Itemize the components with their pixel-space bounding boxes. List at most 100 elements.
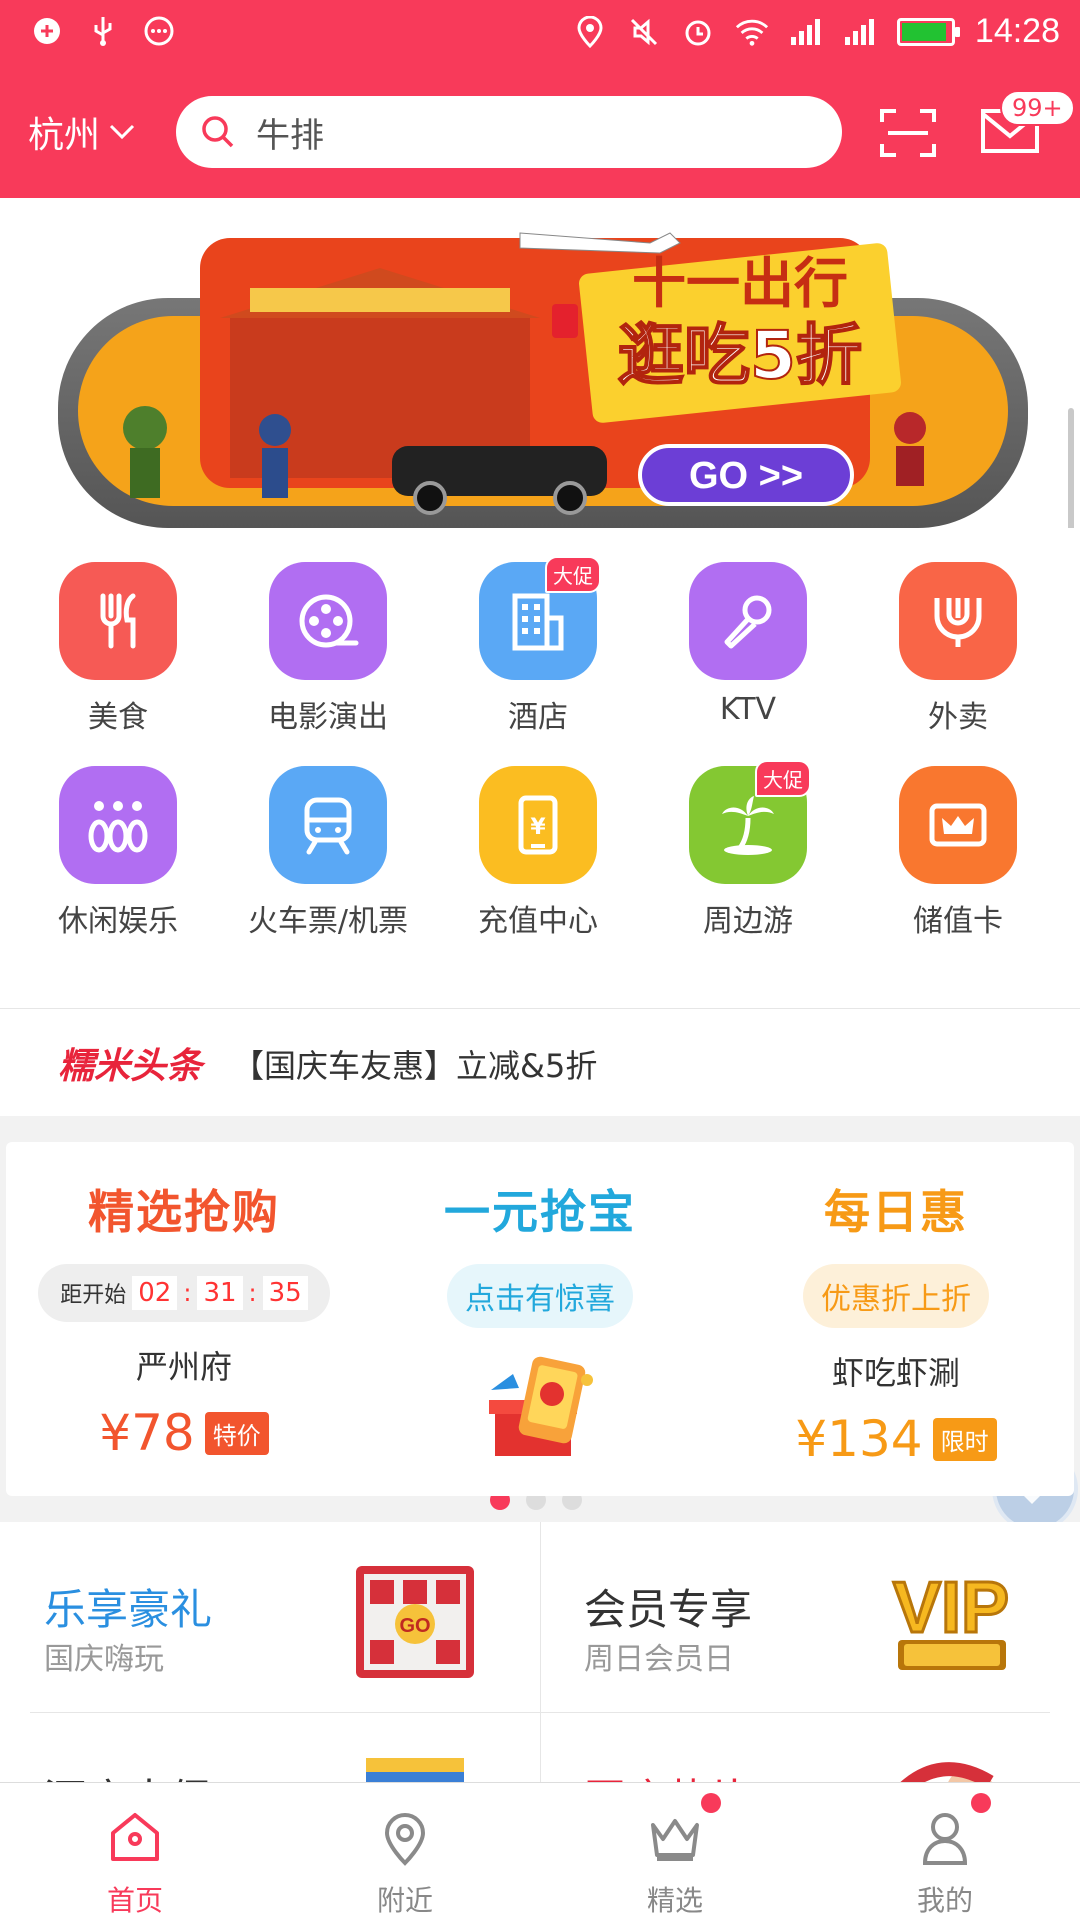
countdown-seconds: 35	[262, 1276, 308, 1310]
tab-item[interactable]: 我的	[810, 1783, 1080, 1920]
crown-card-icon	[899, 766, 1017, 884]
hotel-illustration-icon	[366, 1758, 464, 1782]
category-label: 周边游	[703, 904, 793, 939]
category-label: 酒店	[508, 700, 568, 735]
news-headline[interactable]: 糯米头条 【国庆车友惠】立减&5折	[0, 1008, 1080, 1116]
svg-text:GO: GO	[399, 1615, 430, 1637]
category-item[interactable]: 电影演出	[223, 562, 433, 736]
takeout-bowl-icon	[899, 562, 1017, 680]
search-input[interactable]: 牛排	[256, 108, 324, 157]
search-icon	[202, 116, 234, 148]
location-pin-icon	[375, 1807, 435, 1867]
category-label: 电影演出	[268, 700, 388, 735]
category-item[interactable]: ¥ 充值中心	[433, 766, 643, 940]
category-item[interactable]: 大促周边游	[643, 760, 853, 940]
tab-item[interactable]: 精选	[540, 1783, 810, 1920]
scan-icon	[880, 109, 936, 157]
film-reel-icon	[269, 562, 387, 680]
promo-movie[interactable]: 国庆热片	[540, 1712, 1080, 1782]
promo-grid: 乐享豪礼 国庆嗨玩 GO 会员专享 周日会员日 VIP 酒店大促 国庆热片	[0, 1522, 1080, 1782]
promo-tag: 大促	[755, 760, 811, 797]
banner-headline: 十一出行	[632, 252, 848, 315]
banner-subline: 逛吃5折	[618, 317, 862, 394]
deal-daily-tag: 限时	[932, 1417, 997, 1461]
usb-icon	[86, 14, 120, 48]
category-item[interactable]: 大促酒店	[433, 556, 643, 736]
deal-flash-shop: 严州府	[135, 1348, 232, 1386]
deal-flash-price: ¥78	[99, 1404, 195, 1462]
countdown-minutes: 31	[197, 1276, 243, 1310]
deals-panel: 精选抢购 距开始 02: 31: 35 严州府 ¥78 特价 一元抢宝 点击有惊…	[6, 1142, 1074, 1496]
status-time: 14:28	[974, 12, 1060, 50]
train-icon	[269, 766, 387, 884]
category-item[interactable]: 储值卡	[853, 766, 1063, 940]
notification-dot	[701, 1793, 721, 1813]
fork-knife-icon	[59, 562, 177, 680]
deal-daily-title: 每日惠	[824, 1185, 968, 1239]
alarm-icon	[681, 15, 715, 49]
category-label: KTV	[719, 692, 777, 727]
svg-text:¥: ¥	[530, 815, 546, 840]
app-header: 14:28 杭州 牛排 99+	[0, 0, 1080, 198]
promo-hotel[interactable]: 酒店大促	[0, 1712, 540, 1782]
category-label: 外卖	[928, 700, 988, 735]
bottom-tab-bar: 首页 附近 精选 我的	[0, 1782, 1080, 1920]
banner-go-button[interactable]: GO >>	[689, 455, 803, 497]
promo-vip[interactable]: 会员专享 周日会员日 VIP	[540, 1522, 1080, 1712]
category-label: 美食	[88, 700, 148, 735]
category-item[interactable]: 外卖	[853, 562, 1063, 736]
category-item[interactable]: 火车票/机票	[223, 766, 433, 940]
tab-item[interactable]: 附近	[270, 1783, 540, 1920]
category-item[interactable]: 休闲娱乐	[13, 766, 223, 940]
microphone-icon	[689, 562, 807, 680]
tab-label: 附近	[376, 1884, 433, 1917]
signal-icon	[843, 15, 877, 49]
countdown-label: 距开始	[60, 1283, 127, 1308]
crown-icon	[645, 1793, 721, 1867]
gift-phone-icon	[362, 1350, 718, 1464]
promo-gift-subtitle: 国庆嗨玩	[44, 1642, 164, 1677]
search-bar[interactable]: 牛排	[176, 96, 842, 168]
chevron-down-icon	[109, 124, 135, 140]
category-label: 火车票/机票	[247, 904, 409, 939]
deal-flash-title: 精选抢购	[88, 1185, 280, 1239]
city-name: 杭州	[28, 115, 101, 156]
bowling-pins-icon	[59, 766, 177, 884]
scan-button[interactable]	[880, 108, 936, 158]
page-scrollbar[interactable]	[1068, 408, 1074, 528]
promo-vip-subtitle: 周日会员日	[584, 1642, 734, 1677]
city-selector[interactable]: 杭州	[28, 106, 136, 158]
deal-daily[interactable]: 每日惠 优惠折上折 虾吃虾涮 ¥134 限时	[718, 1142, 1074, 1496]
home-icon	[105, 1807, 165, 1867]
deal-daily-pill: 优惠折上折	[803, 1264, 989, 1328]
category-label: 充值中心	[478, 904, 598, 939]
category-label: 储值卡	[913, 904, 1003, 939]
phone-recharge-icon: ¥	[479, 766, 597, 884]
promo-banner[interactable]: 十一出行 逛吃5折 GO >>	[0, 198, 1080, 528]
signal-icon	[789, 15, 823, 49]
headline-text: 【国庆车友惠】立减&5折	[232, 1047, 598, 1085]
category-item[interactable]: 美食	[13, 562, 223, 736]
deal-one-yuan[interactable]: 一元抢宝 点击有惊喜	[362, 1142, 718, 1496]
mail-badge: 99+	[1000, 90, 1075, 126]
notification-dot	[971, 1793, 991, 1813]
promo-tag: 大促	[545, 556, 601, 593]
palm-tree-icon: 大促	[689, 760, 811, 884]
location-badge-icon	[30, 14, 64, 48]
mute-icon	[627, 15, 661, 49]
countdown-timer: 距开始 02: 31: 35	[38, 1264, 330, 1322]
banner-illustration: 十一出行 逛吃5折 GO >>	[0, 198, 1080, 528]
tab-label: 首页	[106, 1884, 163, 1917]
battery-icon	[896, 17, 960, 46]
gift-box-icon: GO	[356, 1566, 474, 1678]
tab-label: 精选	[646, 1884, 703, 1917]
category-item[interactable]: KTV	[643, 562, 853, 727]
more-dots-icon	[142, 14, 176, 48]
deal-one-yuan-pill: 点击有惊喜	[447, 1264, 633, 1328]
promo-gift[interactable]: 乐享豪礼 国庆嗨玩 GO	[0, 1522, 540, 1712]
category-grid: 美食 电影演出 大促 酒店 KTV 外卖 休闲娱乐 火车票/机票 ¥ 充值中心 大促 周边游 储值卡	[0, 528, 1080, 1532]
promo-hotel-title: 酒店大促	[44, 1766, 212, 1782]
tab-item[interactable]: 首页	[0, 1783, 270, 1920]
deal-flash[interactable]: 精选抢购 距开始 02: 31: 35 严州府 ¥78 特价	[6, 1142, 362, 1496]
location-pin-icon	[573, 15, 607, 49]
